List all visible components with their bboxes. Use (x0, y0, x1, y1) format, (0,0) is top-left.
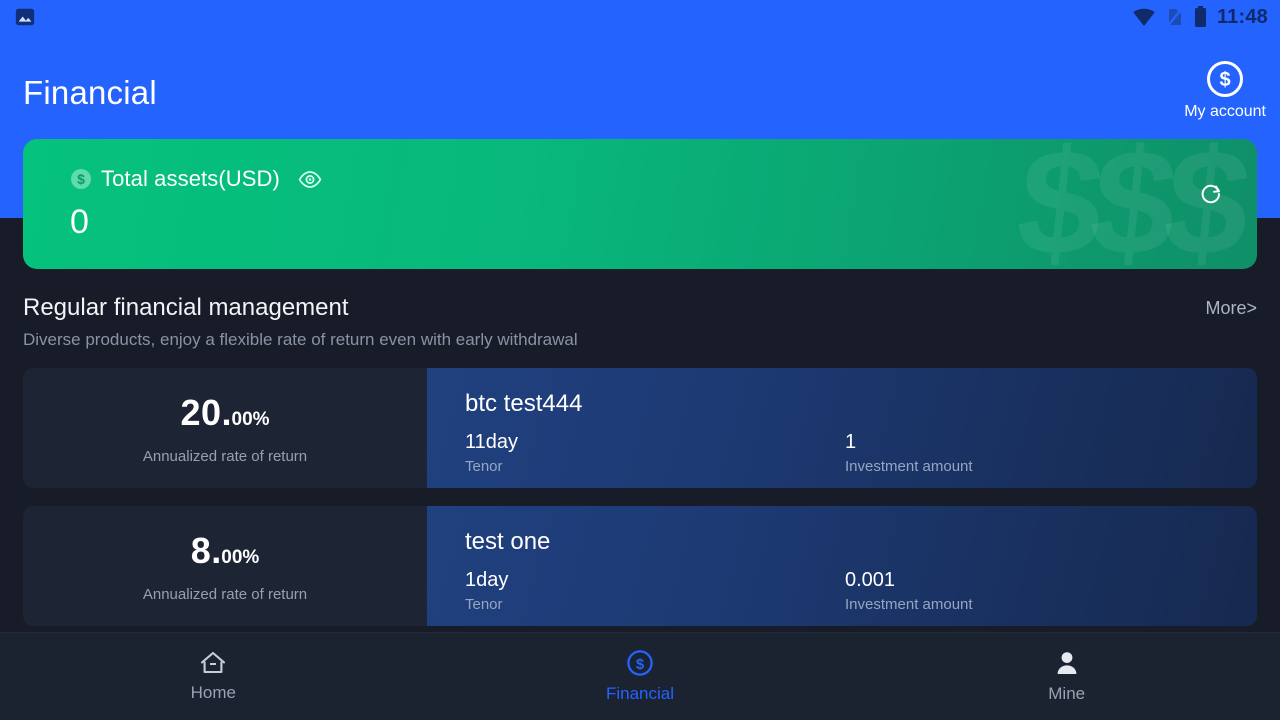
product-rate-panel: 8 . 00% Annualized rate of return (23, 506, 427, 626)
bottom-navigation: Home $ Financial Mine (0, 632, 1280, 720)
dollar-circle-icon: $ (1205, 59, 1245, 99)
page-title: Financial (23, 74, 157, 111)
product-investment: 1 Investment amount (845, 431, 973, 475)
wifi-icon (1132, 7, 1156, 27)
no-sim-icon (1166, 6, 1184, 28)
total-assets-row: $ Total assets(USD) (70, 166, 322, 192)
product-card[interactable]: 20 . 00% Annualized rate of return btc t… (23, 368, 1257, 488)
person-icon (1053, 650, 1081, 677)
my-account-button[interactable]: $ My account (1184, 59, 1266, 121)
product-detail-panel: btc test444 11day Tenor 1 Investment amo… (427, 368, 1257, 488)
rate-separator: . (211, 529, 222, 571)
product-detail-panel: test one 1day Tenor 0.001 Investment amo… (427, 506, 1257, 626)
total-assets-card[interactable]: $$$ $ Total assets(USD) 0 (23, 139, 1257, 269)
product-investment-value: 1 (845, 431, 857, 453)
total-assets-amount: 0 (70, 203, 89, 241)
dollar-circle-icon: $ (626, 649, 654, 677)
rate-decimal: 00% (221, 546, 260, 568)
status-bar: 11:48 (0, 0, 1280, 34)
refresh-icon[interactable] (1199, 182, 1223, 206)
svg-text:$: $ (77, 171, 85, 187)
battery-icon (1194, 6, 1207, 28)
product-name: btc test444 (465, 390, 583, 417)
svg-text:$: $ (1220, 69, 1231, 91)
nav-label-financial: Financial (605, 684, 675, 703)
annualized-rate: 8 . 00% (191, 530, 260, 572)
app-root: 11:48 Financial $ My account $$$ $ Total… (0, 0, 1280, 720)
annualized-rate: 20 . 00% (180, 392, 269, 434)
dollar-coin-icon: $ (70, 168, 92, 190)
rate-caption: Annualized rate of return (142, 585, 308, 603)
image-icon (14, 6, 36, 28)
product-tenor: 11day Tenor (465, 431, 518, 475)
product-tenor-label: Tenor (465, 458, 503, 475)
nav-label-home: Home (190, 683, 237, 702)
status-bar-left (14, 6, 36, 28)
section-header: Regular financial management Diverse pro… (23, 294, 1257, 350)
section-subtitle: Diverse products, enjoy a flexible rate … (23, 330, 578, 349)
rate-integer: 8 (190, 529, 212, 571)
product-tenor-value: 11day (465, 431, 519, 453)
eye-visible-icon[interactable] (298, 170, 322, 188)
nav-item-home[interactable]: Home (0, 650, 427, 703)
my-account-label: My account (1184, 103, 1266, 120)
product-rate-panel: 20 . 00% Annualized rate of return (23, 368, 427, 488)
section-title: Regular financial management (23, 294, 349, 321)
rate-separator: . (221, 391, 232, 433)
product-tenor-value: 1day (465, 569, 509, 591)
svg-text:$: $ (636, 656, 645, 673)
total-assets-label: Total assets(USD) (101, 166, 280, 191)
rate-caption: Annualized rate of return (142, 447, 308, 465)
nav-label-mine: Mine (1048, 683, 1086, 703)
nav-item-mine[interactable]: Mine (853, 650, 1280, 704)
rate-decimal: 00% (231, 408, 270, 430)
product-investment-value: 0.001 (845, 569, 896, 591)
status-bar-clock: 11:48 (1216, 5, 1268, 28)
product-tenor-label: Tenor (465, 596, 503, 613)
product-tenor: 1day Tenor (465, 569, 508, 613)
nav-item-financial[interactable]: $ Financial (427, 649, 854, 704)
rate-integer: 20 (180, 391, 222, 433)
home-icon (199, 650, 227, 676)
product-investment-label: Investment amount (845, 458, 973, 475)
product-investment-label: Investment amount (845, 596, 973, 613)
product-card[interactable]: 8 . 00% Annualized rate of return test o… (23, 506, 1257, 626)
status-bar-right: 11:48 (1132, 6, 1268, 29)
product-investment: 0.001 Investment amount (845, 569, 973, 613)
product-name: test one (465, 528, 551, 555)
more-link[interactable]: More> (1205, 298, 1257, 319)
